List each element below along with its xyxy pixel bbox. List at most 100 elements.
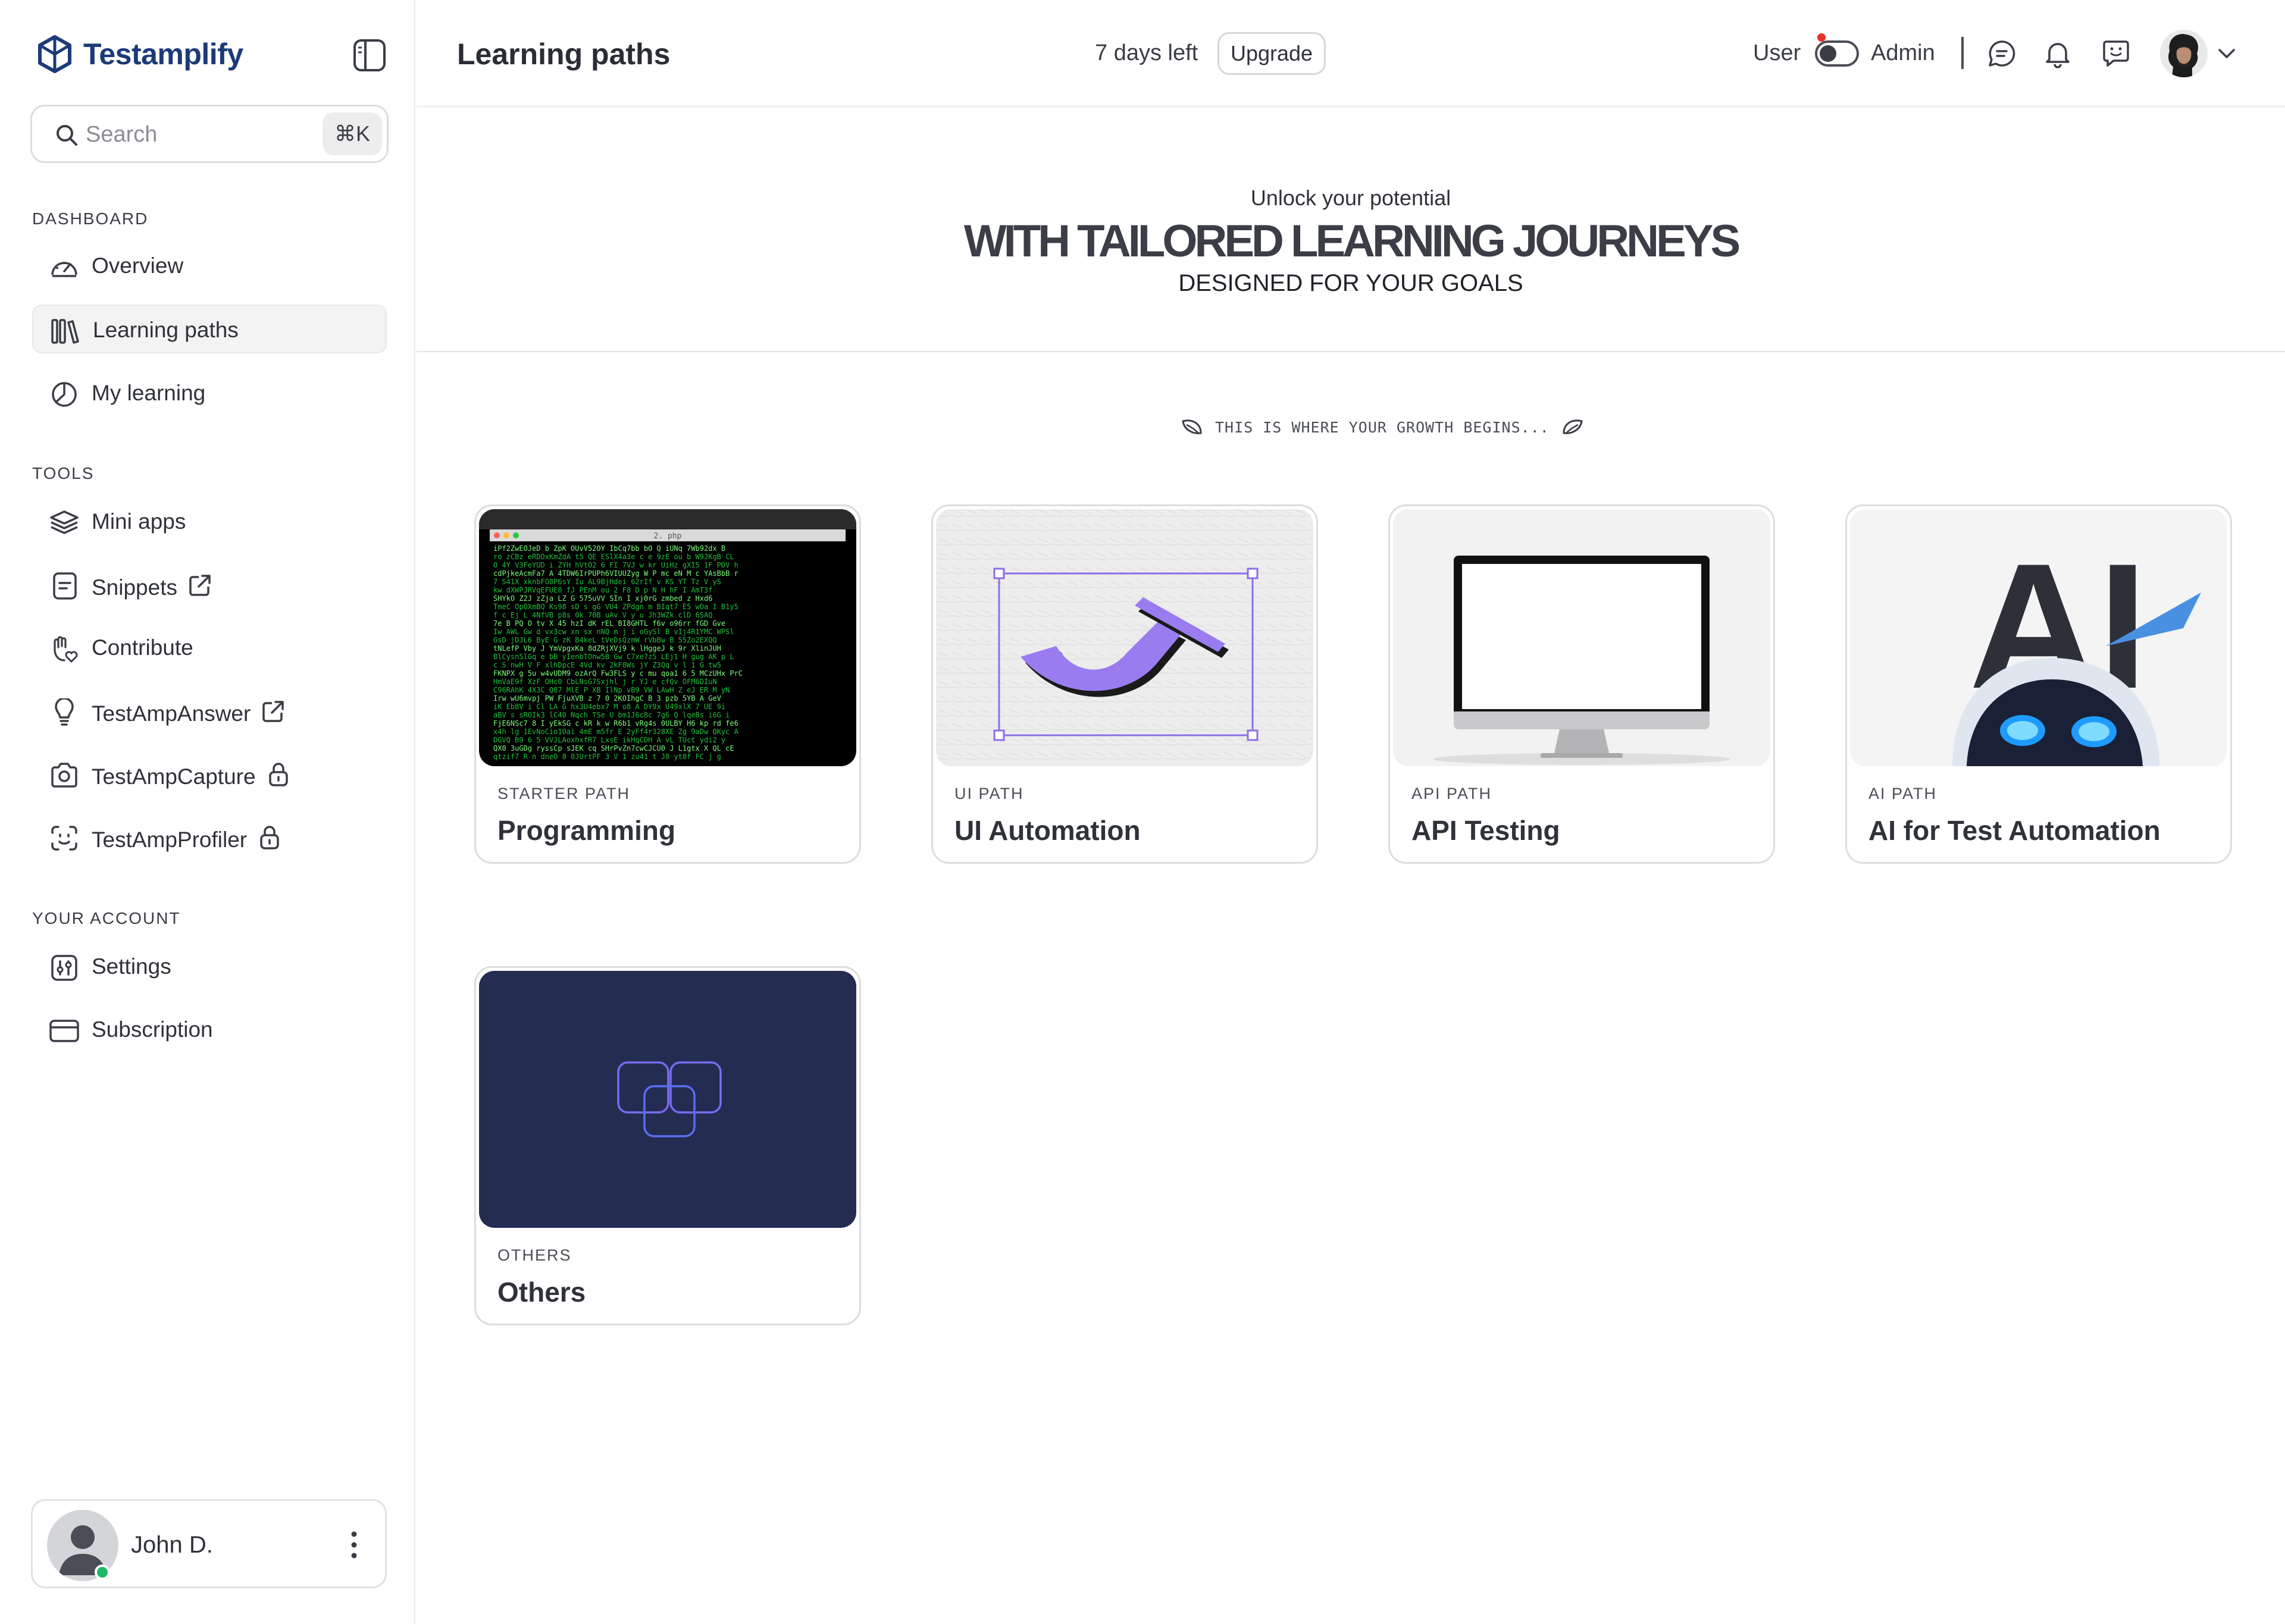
trial-remaining: 7 days left — [1095, 40, 1198, 65]
header-avatar[interactable] — [2160, 30, 2208, 77]
role-admin-label: Admin — [1871, 40, 1935, 65]
matrix-row: iK Eb8V i Cl LA G hx3U4ebx7 M o8 A DY9x … — [493, 703, 725, 711]
matrix-text-rain: iPf2ZwEOJeD b ZpK OUvV52OY IbCq7bb bO Q … — [493, 544, 743, 761]
sidebar-item-overview[interactable]: Overview — [32, 242, 387, 290]
sidebar-item-testampprofiler[interactable]: TestAmpProfiler — [32, 813, 387, 861]
search-box[interactable]: ⌘K — [30, 105, 389, 163]
logo[interactable]: Testamplify — [37, 35, 243, 74]
overlapping-squares-icon — [617, 1061, 722, 1137]
api-testing-thumbnail — [1393, 509, 1770, 766]
sidebar-item-label-wrap: TestAmpAnswer — [92, 698, 286, 726]
online-status-dot — [95, 1565, 110, 1580]
role-user-label: User — [1753, 40, 1801, 65]
matrix-row: SHYkO Z2J zZja LZ G 575uVV SIn I xj0rG z… — [493, 594, 712, 603]
matrix-row: DGVQ B9 6 5 VVJLAoxhxfR7 LxsE ikHqCDH A … — [493, 736, 725, 744]
sidebar-item-label-wrap: Snippets — [92, 572, 213, 600]
matrix-row: TmeC OpOXmBQ Ks98 sD s gG VU4 ZPdgn m BI… — [493, 603, 738, 611]
lightbulb-icon — [55, 698, 74, 726]
sidebar-item-label: My learning — [92, 381, 206, 405]
path-card-ui-automation[interactable]: UI PATH UI Automation — [931, 504, 1318, 864]
avatar-portrait-icon — [2160, 30, 2208, 77]
matrix-row: qtzif7 R n dneO 8 0JUrtPF 3 V 1 zu41 t J… — [493, 753, 721, 761]
sidebar-item-label: Settings — [92, 954, 171, 979]
camera-icon — [51, 763, 77, 788]
path-card-ai-for-test-automation[interactable]: AI AI PATH AI for Test Automation — [1845, 504, 2232, 864]
matrix-row: f c Ej L 4NfVB p8s 0k 70B uAv V y u Jh3W… — [493, 611, 712, 619]
sidebar-item-label: Snippets — [92, 575, 177, 600]
sidebar: Testamplify ⌘K DASHBOARD Overview — [0, 0, 415, 1624]
sidebar-item-testampcapture[interactable]: TestAmpCapture — [32, 750, 387, 798]
bell-icon[interactable] — [2041, 37, 2074, 70]
user-profile-card[interactable]: John D. — [31, 1499, 387, 1588]
matrix-row: Irw wU6mvpj PW FjuXVB z 7 0 2KOIhgC B 3 … — [493, 694, 721, 703]
page-title: Learning paths — [457, 37, 671, 71]
matrix-row: tNLefP Vby J YmVpgxKa 8dZRjXVj9 k lHggeJ… — [493, 644, 721, 653]
toggle-knob — [1820, 45, 1836, 62]
header-divider — [1961, 37, 1964, 69]
external-link-icon — [262, 701, 284, 722]
path-title: AI for Test Automation — [1868, 815, 2161, 846]
sidebar-item-contribute[interactable]: Contribute — [32, 623, 387, 672]
path-card-api-testing[interactable]: API PATH API Testing — [1388, 504, 1775, 864]
path-category: UI PATH — [954, 785, 1024, 802]
sidebar-toggle-icon[interactable] — [352, 38, 387, 73]
matrix-row: QX0 3uGDg ryssCp sJEK cq SHrPvZn7cwCJCU0… — [493, 744, 734, 753]
sidebar-item-mini-apps[interactable]: Mini apps — [32, 497, 387, 546]
search-shortcut-badge: ⌘K — [323, 112, 382, 155]
sidebar-item-testampanswer[interactable]: TestAmpAnswer — [32, 686, 387, 735]
matrix-row: Iw AWL Gw d vx3cw xn sx nNQ m j i oGySl … — [493, 628, 734, 636]
search-input[interactable] — [86, 117, 312, 152]
ai-thumbnail: AI — [1850, 509, 2227, 766]
upgrade-button[interactable]: Upgrade — [1217, 32, 1326, 75]
sidebar-item-settings[interactable]: Settings — [32, 942, 387, 991]
ui-logo-image — [936, 509, 1313, 766]
sidebar-item-label: Overview — [92, 253, 184, 278]
terminal-matrix-image: 2. php iPf2ZwEOJeD b ZpK OUvV52OY IbCq7b… — [479, 509, 856, 766]
hexagon-cube-icon — [38, 35, 71, 73]
more-vertical-icon[interactable] — [342, 1527, 366, 1563]
section-your-account: YOUR ACCOUNT — [32, 909, 181, 927]
chevron-down-icon[interactable] — [2216, 44, 2237, 62]
path-category: OTHERS — [497, 1246, 572, 1264]
user-name: John D. — [131, 1532, 213, 1558]
sidebar-item-label: Learning paths — [93, 318, 239, 342]
sidebar-item-subscription[interactable]: Subscription — [32, 1005, 387, 1054]
growth-tagline: THIS IS WHERE YOUR GROWTH BEGINS... — [1170, 416, 1595, 438]
layers-icon — [50, 510, 79, 534]
sidebar-item-snippets[interactable]: Snippets — [32, 560, 387, 609]
credit-card-icon — [49, 1020, 79, 1042]
path-category: API PATH — [1411, 785, 1492, 802]
matrix-row: GsD jDJL6 ByE G zK B4keL tVeDsQzmW rVbBw… — [493, 636, 717, 644]
lock-icon — [260, 826, 279, 849]
sidebar-item-learning-paths[interactable]: Learning paths — [32, 305, 387, 353]
tagline-text: THIS IS WHERE YOUR GROWTH BEGINS... — [1215, 418, 1550, 436]
hero-subheadline: DESIGNED FOR YOUR GOALS — [1178, 270, 1523, 296]
hand-heart-icon — [54, 636, 78, 663]
matrix-row: HmVaE9f XzF OHc0 CbLNsG7Sxjhl j r YJ e c… — [493, 678, 717, 686]
matrix-row: ro zCBz eRDOxKmZdA t5 QE ESlX4a3e c e 9z… — [493, 553, 734, 561]
role-toggle[interactable] — [1815, 40, 1859, 67]
sidebar-item-my-learning[interactable]: My learning — [32, 369, 387, 418]
programming-thumbnail: 2. php iPf2ZwEOJeD b ZpK OUvV52OY IbCq7b… — [479, 509, 856, 766]
ai-robot-image: AI — [1850, 509, 2227, 766]
path-title: API Testing — [1411, 815, 1560, 846]
matrix-row: BlCysn5lGq e bB yIenbTOnw5B Gw C7xe7z5 L… — [493, 653, 734, 661]
app-name: Testamplify — [83, 37, 243, 71]
file-text-icon — [53, 572, 77, 600]
message-circle-icon[interactable] — [1985, 37, 2018, 70]
hero-banner: Unlock your potential WITH TAILORED LEAR… — [417, 108, 2285, 352]
matrix-row: O 4Y V3FeYUD i ZYH hVtO2 6 FI 7VJ w kr U… — [493, 561, 738, 569]
matrix-row: C96RAhK 4X3C Q87 MlE P XB IlNp vB9 VW LA… — [493, 686, 730, 694]
feedback-icon[interactable] — [2099, 37, 2133, 70]
gauge-icon — [51, 262, 77, 277]
path-card-others[interactable]: OTHERS Others — [474, 966, 861, 1325]
matrix-row: c S nwH V F xlhDpcE 4Vd kv 2kF0Ws jY Z3Q… — [493, 661, 721, 669]
path-title: Programming — [497, 815, 676, 846]
lock-icon — [268, 763, 288, 786]
monitor-image — [1393, 509, 1770, 766]
hero-headline: WITH TAILORED LEARNING JOURNEYS — [963, 216, 1741, 267]
path-card-programming[interactable]: 2. php iPf2ZwEOJeD b ZpK OUvV52OY IbCq7b… — [474, 504, 861, 864]
search-icon — [57, 125, 77, 146]
sidebar-item-label-wrap: TestAmpProfiler — [92, 824, 283, 852]
ui-automation-thumbnail — [936, 509, 1313, 766]
